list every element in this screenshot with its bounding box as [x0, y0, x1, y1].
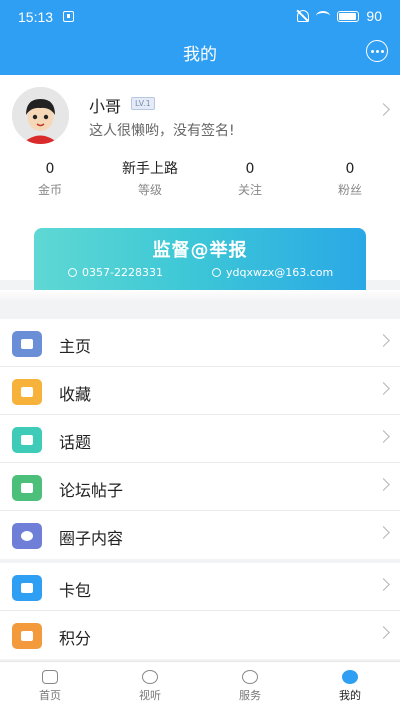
menu-group-1: 主页 收藏 话题 论坛帖子 圈子内容: [0, 319, 400, 559]
menu-item-label: 话题: [59, 433, 92, 452]
level-badge: LV.1: [131, 97, 155, 110]
profile-icon: [342, 670, 358, 684]
banner-email: ydqxwzx@163.com: [212, 266, 333, 279]
status-time: 15:13: [18, 9, 54, 25]
menu-group-2: 卡包 积分: [0, 563, 400, 659]
menu-item-forum-posts[interactable]: 论坛帖子: [0, 463, 400, 511]
stat-coins[interactable]: 0 金币: [0, 160, 100, 198]
chat-icon: [12, 475, 42, 501]
stat-value: 0: [345, 161, 355, 177]
hashtag-icon: [12, 427, 42, 453]
chevron-right-icon: [377, 382, 390, 395]
banner-phone: 0357-2228331: [68, 266, 163, 279]
stat-value: 0: [45, 161, 55, 177]
mail-icon: [212, 268, 221, 277]
tab-label: 我的: [339, 689, 361, 702]
divider: [0, 290, 400, 302]
menu-item-label: 卡包: [59, 581, 92, 600]
stats-row: 0 金币 新手上路 等级 0 关注 0 粉丝: [0, 160, 400, 198]
stat-label: 关注: [237, 183, 262, 197]
menu-item-label: 收藏: [59, 385, 92, 404]
username: 小哥: [89, 97, 122, 116]
stat-following[interactable]: 0 关注: [200, 160, 300, 198]
menu-item-favorites[interactable]: 收藏: [0, 367, 400, 415]
menu-item-topics[interactable]: 话题: [0, 415, 400, 463]
wifi-icon: [316, 11, 331, 21]
page-title: 我的: [183, 45, 217, 65]
circle-icon: [12, 523, 42, 549]
chevron-right-icon: [377, 526, 390, 539]
profile-chevron-right-icon[interactable]: [377, 103, 390, 116]
email-text: ydqxwzx@163.com: [226, 266, 334, 279]
home-icon: [42, 670, 58, 684]
signature: 这人很懒哟，没有签名!: [89, 123, 235, 139]
chevron-right-icon: [377, 626, 390, 639]
image-icon: [12, 331, 42, 357]
chevron-right-icon: [377, 578, 390, 591]
title-bar: 我的: [0, 34, 400, 75]
tab-home[interactable]: 首页: [0, 662, 100, 711]
menu-item-home[interactable]: 主页: [0, 319, 400, 367]
stat-label: 金币: [37, 183, 62, 197]
menu-item-label: 积分: [59, 629, 92, 648]
notification-icon: [63, 11, 74, 22]
chevron-right-icon: [377, 334, 390, 347]
mute-icon: [297, 10, 310, 22]
tab-label: 服务: [239, 689, 261, 702]
tab-label: 视听: [139, 689, 161, 702]
report-banner[interactable]: 监督@举报 0357-2228331 ydqxwzx@163.com: [34, 228, 366, 290]
stat-value: 新手上路: [122, 161, 178, 177]
phone-icon: [68, 268, 77, 277]
play-icon: [142, 670, 158, 684]
tab-media[interactable]: 视听: [100, 662, 200, 711]
banner-title: 监督@举报: [152, 240, 248, 261]
stat-level[interactable]: 新手上路 等级: [100, 160, 200, 198]
top-bar: 15:13 90 我的: [0, 0, 400, 75]
box-icon: [12, 379, 42, 405]
message-button[interactable]: [366, 40, 388, 62]
menu-item-circle-content[interactable]: 圈子内容: [0, 511, 400, 559]
stat-label: 等级: [137, 183, 162, 197]
message-icon: [370, 49, 374, 53]
coins-icon: [12, 623, 42, 649]
wallet-icon: [12, 575, 42, 601]
chevron-right-icon: [377, 430, 390, 443]
menu-item-points[interactable]: 积分: [0, 611, 400, 659]
service-icon: [242, 670, 258, 684]
bottom-tab-bar: 首页 视听 服务 我的: [0, 661, 400, 711]
stat-label: 粉丝: [337, 183, 362, 197]
tab-services[interactable]: 服务: [200, 662, 300, 711]
stat-followers[interactable]: 0 粉丝: [300, 160, 400, 198]
menu-item-card-wallet[interactable]: 卡包: [0, 563, 400, 611]
status-bar: 15:13 90: [0, 0, 400, 34]
status-right: 90: [297, 8, 382, 24]
avatar-image: [12, 87, 69, 144]
menu-item-label: 主页: [59, 337, 92, 356]
battery-level: 90: [366, 8, 382, 24]
avatar[interactable]: [12, 87, 69, 144]
profile-card: 小哥 LV.1 这人很懒哟，没有签名! 0 金币 新手上路 等级 0 关注 0 …: [0, 75, 400, 302]
battery-icon: [337, 10, 360, 22]
stat-value: 0: [245, 161, 255, 177]
menu-item-label: 圈子内容: [59, 529, 124, 548]
menu-item-label: 论坛帖子: [59, 481, 124, 500]
tab-mine[interactable]: 我的: [300, 662, 400, 711]
chevron-right-icon: [377, 478, 390, 491]
tab-label: 首页: [39, 689, 61, 702]
phone-text: 0357-2228331: [82, 266, 163, 279]
